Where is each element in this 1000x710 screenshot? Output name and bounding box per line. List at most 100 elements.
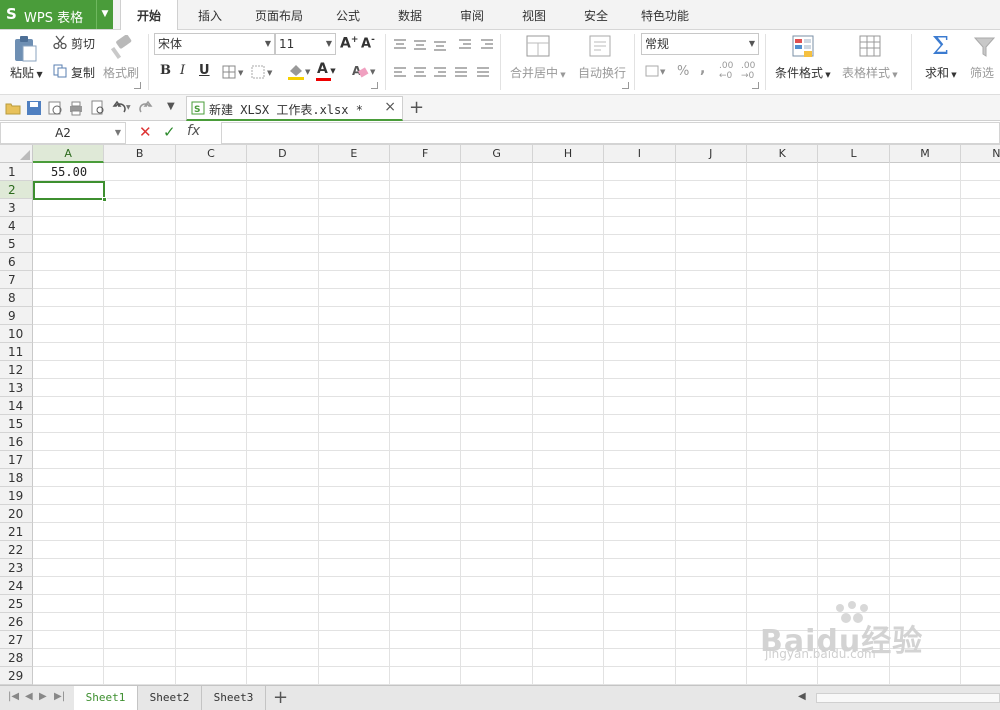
- cell-A1[interactable]: 55.00: [34, 164, 104, 181]
- row-header-10[interactable]: 10: [0, 325, 33, 343]
- percent-button[interactable]: %: [677, 64, 689, 79]
- app-menu-button[interactable]: S WPS 表格 ▼: [0, 0, 113, 29]
- tab-review[interactable]: 审阅: [446, 0, 498, 30]
- font-size-combo[interactable]: 11 ▼: [275, 33, 336, 55]
- shrink-font-icon[interactable]: A-: [361, 35, 375, 51]
- last-sheet-icon[interactable]: ▶|: [54, 691, 65, 702]
- scissors-icon[interactable]: [53, 35, 67, 49]
- tab-insert[interactable]: 插入: [184, 0, 236, 30]
- row-header-5[interactable]: 5: [0, 235, 33, 253]
- decrease-decimal-button[interactable]: .00 →0: [741, 61, 755, 81]
- sum-icon[interactable]: Σ: [932, 32, 949, 60]
- row-header-11[interactable]: 11: [0, 343, 33, 361]
- app-menu-dropdown-icon[interactable]: ▼: [96, 0, 113, 29]
- borders-icon[interactable]: ▼: [222, 65, 244, 79]
- sheet-tab-sheet2[interactable]: Sheet2: [138, 686, 202, 710]
- row-header-23[interactable]: 23: [0, 559, 33, 577]
- tab-data[interactable]: 数据: [384, 0, 436, 30]
- undo-dropdown-icon[interactable]: ▼: [126, 104, 131, 111]
- number-format-combo[interactable]: 常规 ▼: [641, 33, 759, 55]
- font-expander-icon[interactable]: [371, 82, 378, 89]
- open-folder-icon[interactable]: [5, 100, 21, 116]
- row-header-1[interactable]: 1: [0, 163, 33, 181]
- tab-formulas[interactable]: 公式: [322, 0, 374, 30]
- row-header-21[interactable]: 21: [0, 523, 33, 541]
- fill-handle[interactable]: [102, 197, 107, 202]
- filter-button[interactable]: 筛选: [970, 64, 994, 81]
- sheet-tab-sheet3[interactable]: Sheet3: [202, 686, 266, 710]
- merge-center-button[interactable]: 合并居中 ▼: [510, 64, 566, 81]
- wrap-text-button[interactable]: 自动换行: [578, 64, 626, 81]
- alignment-expander-icon[interactable]: [622, 82, 629, 89]
- column-header-A[interactable]: A: [33, 145, 105, 163]
- row-header-3[interactable]: 3: [0, 199, 33, 217]
- column-header-D[interactable]: D: [247, 145, 319, 163]
- cancel-entry-icon[interactable]: ✕: [139, 123, 152, 141]
- save-as-icon[interactable]: [47, 100, 63, 116]
- row-header-16[interactable]: 16: [0, 433, 33, 451]
- sum-button[interactable]: 求和 ▼: [925, 64, 957, 81]
- table-style-button[interactable]: 表格样式 ▼: [842, 64, 898, 81]
- row-header-26[interactable]: 26: [0, 613, 33, 631]
- scrollbar-track[interactable]: [816, 693, 1000, 703]
- grow-font-icon[interactable]: A+: [340, 35, 358, 52]
- format-painter-icon[interactable]: [109, 35, 135, 61]
- number-expander-icon[interactable]: [752, 82, 759, 89]
- row-header-29[interactable]: 29: [0, 667, 33, 685]
- first-sheet-icon[interactable]: |◀: [8, 691, 19, 702]
- horizontal-scrollbar[interactable]: ◀: [790, 689, 1000, 707]
- save-icon[interactable]: [26, 100, 42, 116]
- column-header-F[interactable]: F: [390, 145, 462, 163]
- thousands-separator-button[interactable]: ,: [700, 61, 705, 77]
- italic-button[interactable]: I: [180, 63, 185, 78]
- column-header-M[interactable]: M: [890, 145, 962, 163]
- row-header-7[interactable]: 7: [0, 271, 33, 289]
- next-sheet-icon[interactable]: ▶: [39, 691, 47, 702]
- copy-icon[interactable]: [53, 64, 67, 78]
- new-tab-icon[interactable]: +: [409, 97, 424, 118]
- cut-button[interactable]: 剪切: [71, 35, 95, 52]
- row-header-6[interactable]: 6: [0, 253, 33, 271]
- table-style-icon[interactable]: [859, 35, 883, 59]
- scroll-left-icon[interactable]: ◀: [798, 691, 806, 702]
- clear-format-icon[interactable]: A ▼: [352, 63, 378, 81]
- redo-icon[interactable]: [137, 100, 153, 116]
- font-color-button[interactable]: A ▼: [317, 61, 336, 77]
- conditional-format-button[interactable]: 条件格式 ▼: [775, 64, 831, 81]
- print-preview-icon[interactable]: [90, 100, 106, 116]
- formula-input[interactable]: [221, 122, 1000, 144]
- tab-home[interactable]: 开始: [120, 0, 178, 31]
- column-header-C[interactable]: C: [176, 145, 248, 163]
- column-header-N[interactable]: N: [961, 145, 1000, 163]
- row-header-13[interactable]: 13: [0, 379, 33, 397]
- row-header-2[interactable]: 2: [0, 181, 33, 199]
- row-header-22[interactable]: 22: [0, 541, 33, 559]
- row-header-20[interactable]: 20: [0, 505, 33, 523]
- clipboard-expander-icon[interactable]: [134, 82, 141, 89]
- column-header-J[interactable]: J: [676, 145, 747, 163]
- column-header-B[interactable]: B: [104, 145, 176, 163]
- tab-page-layout[interactable]: 页面布局: [246, 0, 312, 30]
- merge-center-icon[interactable]: [526, 35, 550, 57]
- column-header-I[interactable]: I: [604, 145, 676, 163]
- print-icon[interactable]: [68, 100, 84, 116]
- row-header-25[interactable]: 25: [0, 595, 33, 613]
- active-cell-A2[interactable]: [33, 181, 107, 202]
- add-sheet-icon[interactable]: +: [273, 687, 288, 708]
- insert-function-icon[interactable]: fx: [187, 123, 200, 139]
- cell-style-icon[interactable]: ▼: [251, 65, 275, 79]
- tab-special-features[interactable]: 特色功能: [632, 0, 698, 30]
- prev-sheet-icon[interactable]: ◀: [25, 691, 33, 702]
- tab-security[interactable]: 安全: [570, 0, 622, 30]
- tab-view[interactable]: 视图: [508, 0, 560, 30]
- format-painter-button[interactable]: 格式刷: [103, 64, 139, 81]
- column-header-G[interactable]: G: [461, 145, 533, 163]
- row-header-12[interactable]: 12: [0, 361, 33, 379]
- fill-color-icon[interactable]: ▼: [286, 63, 312, 81]
- increase-decimal-button[interactable]: .00 ←0: [719, 61, 733, 81]
- paste-button[interactable]: 粘贴 ▼: [10, 64, 43, 81]
- row-header-14[interactable]: 14: [0, 397, 33, 415]
- column-header-H[interactable]: H: [533, 145, 605, 163]
- row-header-4[interactable]: 4: [0, 217, 33, 235]
- wrap-text-icon[interactable]: [589, 35, 611, 57]
